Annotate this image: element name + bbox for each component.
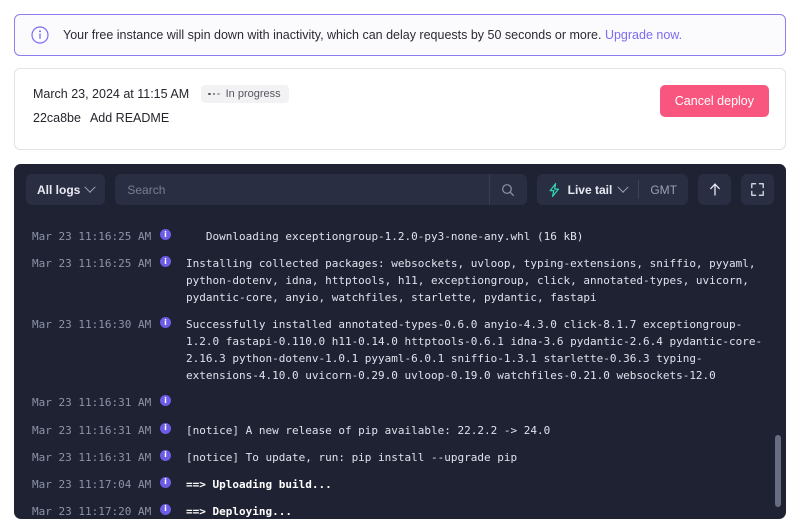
banner-text-wrap: Your free instance will spin down with i… <box>63 27 682 43</box>
chevron-down-icon <box>617 181 629 193</box>
log-message: Installing collected packages: websocket… <box>186 257 763 305</box>
status-badge: In progress <box>201 85 289 103</box>
info-circle-icon <box>31 26 49 44</box>
log-timestamp: Mar 23 11:17:04 AM <box>32 477 152 491</box>
log-timestamp: Mar 23 11:16:25 AM <box>32 230 152 244</box>
upgrade-now-link[interactable]: Upgrade now. <box>605 28 682 42</box>
log-level-info-icon: i <box>160 394 186 407</box>
live-tail-group: Live tail GMT <box>536 174 688 205</box>
log-message: [notice] A new release of pip available:… <box>186 423 551 437</box>
deploy-details: March 23, 2024 at 11:15 AM In progress 2… <box>33 85 289 125</box>
log-rows-container: Mar 23 11:16:25 AMiDownloading sniffio-1… <box>32 215 772 519</box>
log-timestamp: Mar 23 11:16:31 AM <box>32 396 152 410</box>
log-row: Mar 23 11:16:25 AM i Installing collected … <box>32 250 772 311</box>
log-row: Mar 23 11:17:20 AM i ==> Deploying... <box>32 498 772 519</box>
log-timestamp: Mar 23 11:16:31 AM <box>32 423 152 437</box>
log-row: Mar 23 11:16:25 AMiCollecting exceptiong… <box>32 215 772 223</box>
log-row: Mar 23 11:16:30 AM i Successfully installe… <box>32 311 772 389</box>
log-timestamp: Mar 23 11:16:30 AM <box>32 318 152 332</box>
log-row: Mar 23 11:16:31 AM i [notice] To update, r… <box>32 444 772 471</box>
log-level-info-icon: i <box>160 255 186 268</box>
log-level-info-icon: i <box>160 228 186 241</box>
log-message: ==> Uploading build... <box>186 477 332 491</box>
scroll-to-top-button[interactable] <box>698 174 731 205</box>
log-row: Mar 23 11:16:31 AM i <box>32 389 772 416</box>
banner-message: Your free instance will spin down with i… <box>63 27 602 42</box>
logs-output[interactable]: Mar 23 11:16:25 AMiDownloading sniffio-1… <box>14 215 786 519</box>
log-message: Downloading exceptiongroup-1.2.0-py3-non… <box>186 230 584 244</box>
status-badge-label: In progress <box>225 88 281 100</box>
log-timestamp: Mar 23 11:16:25 AM <box>32 257 152 271</box>
log-timestamp: Mar 23 11:16:25 AM <box>32 215 160 218</box>
log-level-info-icon: i <box>160 503 186 515</box>
cancel-deploy-button[interactable]: Cancel deploy <box>659 85 769 117</box>
logs-panel: All logs Live tail <box>14 164 786 519</box>
live-tail-button[interactable]: Live tail <box>537 174 639 205</box>
logs-scrollbar-thumb[interactable] <box>775 435 781 507</box>
log-row: Mar 23 11:17:04 AM i ==> Uploading build..… <box>32 471 772 498</box>
loading-dots-icon <box>208 92 220 96</box>
log-timestamp: Mar 23 11:16:31 AM <box>32 450 152 464</box>
commit-sha[interactable]: 22ca8be <box>33 111 81 125</box>
logs-toolbar: All logs Live tail <box>14 164 786 215</box>
fullscreen-button[interactable] <box>741 174 774 205</box>
log-message: ==> Deploying... <box>186 504 292 518</box>
expand-fullscreen-icon <box>751 183 764 196</box>
all-logs-filter-label: All logs <box>37 182 81 197</box>
arrow-up-icon <box>709 183 720 196</box>
all-logs-filter-button[interactable]: All logs <box>26 174 106 205</box>
live-tail-label: Live tail <box>567 182 613 197</box>
log-message: [notice] To update, run: pip install --u… <box>186 450 518 464</box>
log-level-info-icon: i <box>160 316 186 329</box>
timezone-button[interactable]: GMT <box>639 174 688 205</box>
log-row: Mar 23 11:16:31 AM i [notice] A new releas… <box>32 417 772 444</box>
log-level-info-icon: i <box>160 422 186 434</box>
free-instance-banner: Your free instance will spin down with i… <box>14 14 786 56</box>
search-icon[interactable] <box>488 174 527 205</box>
log-level-info-icon: i <box>160 449 186 461</box>
chevron-down-icon <box>84 181 97 193</box>
deploy-page: Your free instance will spin down with i… <box>0 0 800 519</box>
log-row: Mar 23 11:16:25 AM i Downloading exceptio… <box>32 223 772 250</box>
deploy-timestamp: March 23, 2024 at 11:15 AM <box>33 87 190 101</box>
lightning-bolt-icon <box>549 182 559 197</box>
deploy-header-row: March 23, 2024 at 11:15 AM In progress <box>33 85 289 103</box>
logs-search <box>115 174 527 205</box>
deploy-commit-row: 22ca8be Add README <box>33 111 289 125</box>
log-message: Collecting exceptiongroup>=1.0.2 <box>186 215 772 218</box>
log-message: Successfully installed annotated-types-0… <box>186 318 763 383</box>
log-level-info-icon: i <box>160 476 186 488</box>
log-timestamp: Mar 23 11:17:20 AM <box>32 504 152 518</box>
commit-message: Add README <box>89 111 170 125</box>
deploy-summary-card: March 23, 2024 at 11:15 AM In progress 2… <box>14 68 786 150</box>
search-input[interactable] <box>115 182 489 197</box>
